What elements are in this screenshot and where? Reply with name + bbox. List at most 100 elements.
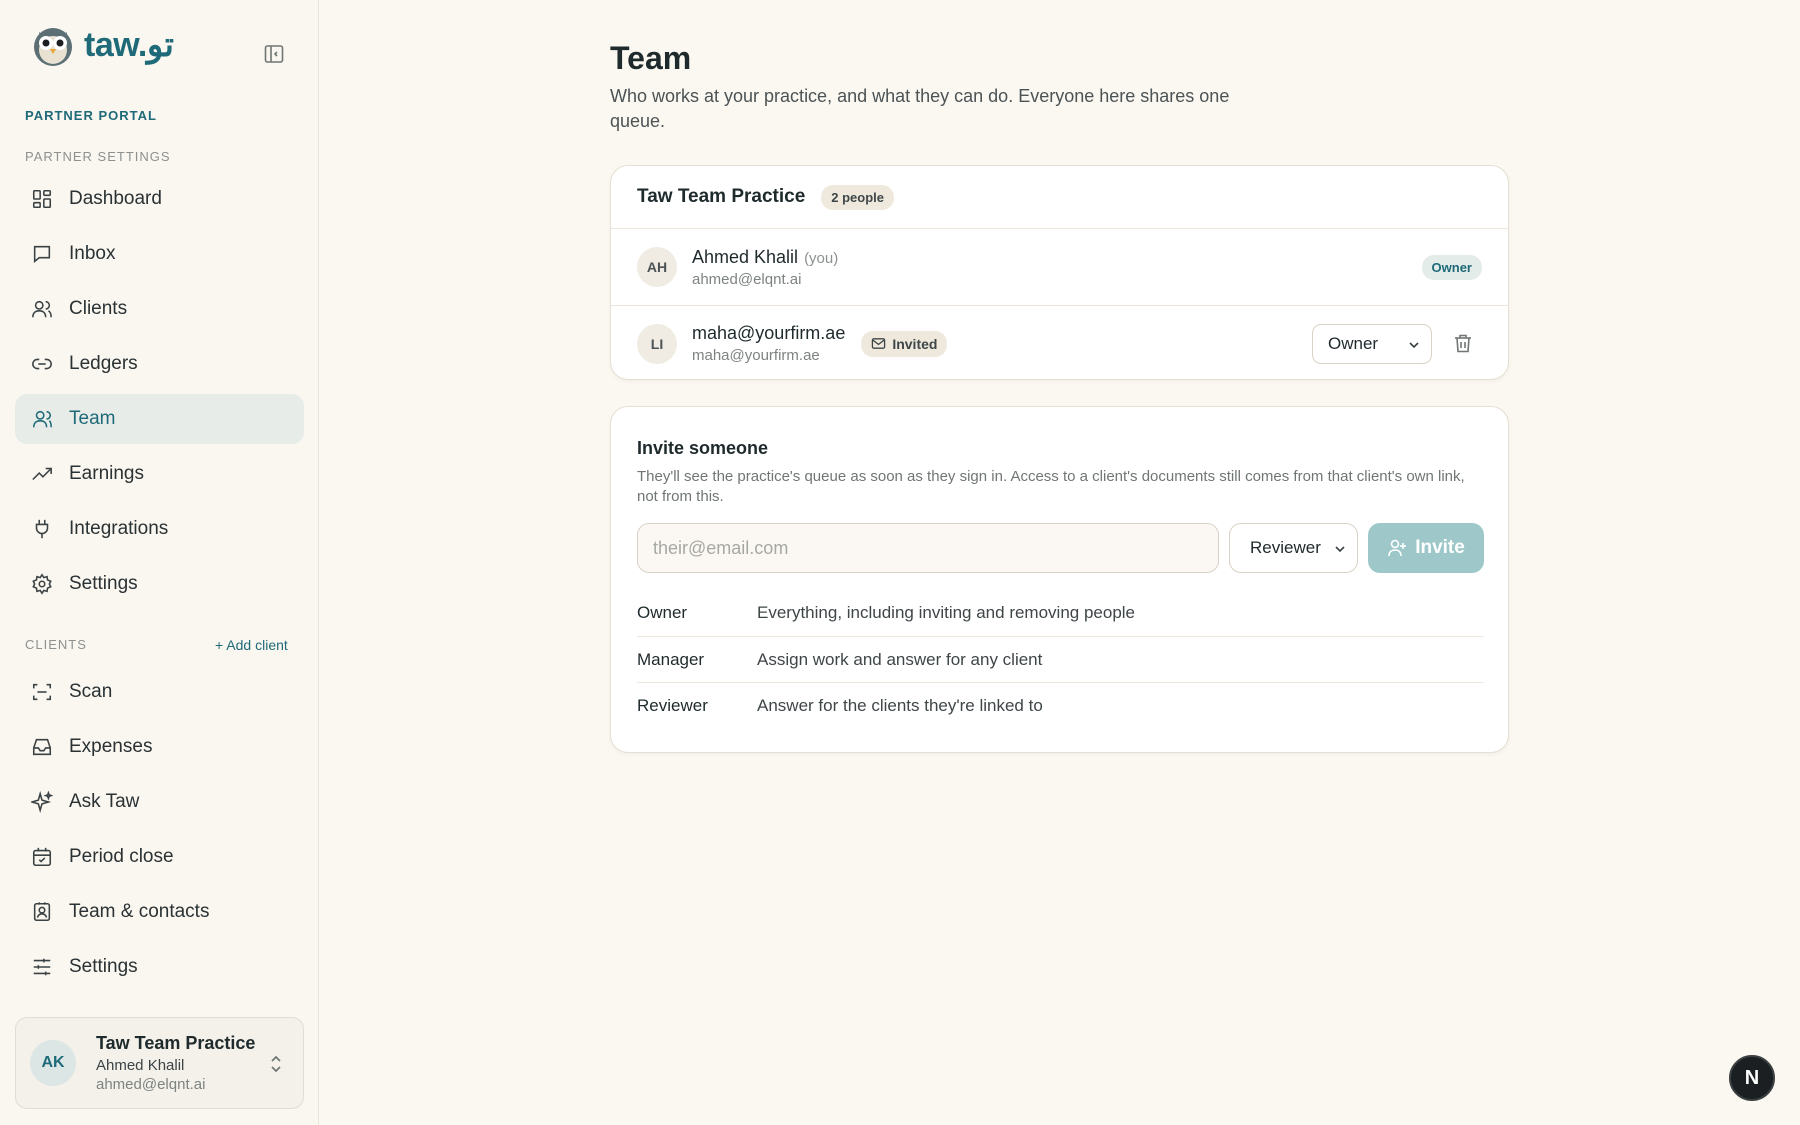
avatar: AK: [30, 1040, 76, 1086]
role-name: Reviewer: [637, 695, 708, 715]
mail-icon: [872, 338, 886, 349]
you-label: (you): [804, 249, 839, 267]
plug-icon: [35, 519, 49, 539]
member-row: LI maha@yourfirm.ae maha@yourfirm.ae Inv…: [611, 305, 1508, 381]
invite-email-input[interactable]: [637, 523, 1219, 573]
sidebar-item-label: Period close: [69, 846, 174, 867]
role-name: Owner: [637, 603, 688, 622]
trending-up-icon: [32, 467, 52, 481]
message-icon: [33, 245, 51, 263]
team-card: Taw Team Practice 2 people AH Ahmed Khal…: [610, 165, 1509, 380]
sidebar: taw.تو PARTNER PORTAL PARTNER SETTINGS D…: [0, 0, 319, 1125]
invited-status-badge: Invited: [861, 330, 948, 357]
role-name: Manager: [637, 649, 705, 669]
sidebar-item-dashboard[interactable]: Dashboard: [15, 174, 304, 224]
role-desc: Answer for the clients they're linked to: [757, 695, 1043, 715]
role-row: Manager Assign work and answer for any c…: [637, 636, 1484, 682]
sidebar-item-integrations[interactable]: Integrations: [15, 504, 304, 554]
member-name: Ahmed Khalil: [692, 246, 799, 267]
role-row: Owner Everything, including inviting and…: [637, 590, 1484, 636]
account-email: ahmed@elqnt.ai: [96, 1076, 206, 1093]
invited-label: Invited: [892, 335, 938, 352]
invite-title: Invite someone: [637, 438, 769, 458]
user-plus-icon: [1388, 539, 1407, 557]
chevron-down-icon: [1335, 546, 1345, 553]
partner-nav: Dashboard Inbox Clients Ledgers Team Ear…: [15, 174, 304, 614]
inbox-tray-icon: [32, 738, 52, 756]
sidebar-item-label: Expenses: [69, 736, 153, 757]
brand-wordmark: taw.تو: [84, 26, 174, 64]
sidebar-item-expenses[interactable]: Expenses: [15, 722, 304, 772]
users-icon: [32, 300, 52, 318]
sidebar-item-label: Settings: [69, 573, 138, 594]
role-badge: Owner: [1421, 255, 1482, 280]
sliders-icon: [33, 958, 51, 976]
sidebar-item-label: Integrations: [69, 518, 169, 539]
collapse-sidebar-icon[interactable]: [262, 42, 286, 66]
sidebar-item-label: Clients: [69, 298, 128, 319]
practice-name: Taw Team Practice: [637, 186, 806, 207]
owl-mascot-icon: [34, 28, 72, 66]
invite-role-select[interactable]: Reviewer: [1229, 523, 1358, 573]
member-name: maha@yourfirm.ae: [692, 323, 846, 343]
sidebar-item-label: Ledgers: [69, 353, 138, 374]
member-row: AH Ahmed Khalil (you) ahmed@elqnt.ai Owne…: [611, 229, 1508, 305]
avatar: AH: [637, 247, 677, 287]
chevron-up-down-icon: [271, 1055, 281, 1073]
user-icon: [32, 410, 52, 428]
avatar: LI: [637, 323, 677, 364]
client-nav: Scan Expenses Ask Taw Period close Team …: [15, 667, 304, 997]
role-desc: Assign work and answer for any client: [757, 649, 1043, 669]
chevron-down-icon: [1409, 342, 1419, 349]
sidebar-item-earnings[interactable]: Earnings: [15, 449, 304, 499]
invite-button-label: Invite: [1415, 537, 1465, 558]
sidebar-item-label: Earnings: [69, 463, 144, 484]
member-email: maha@yourfirm.ae: [692, 347, 820, 364]
page-subtitle: Who works at your practice, and what the…: [610, 86, 1230, 131]
sidebar-item-team-contacts[interactable]: Team & contacts: [15, 887, 304, 937]
sidebar-item-ask-taw[interactable]: Ask Taw: [15, 777, 304, 827]
sidebar-item-label: Dashboard: [69, 188, 162, 209]
sidebar-item-scan[interactable]: Scan: [15, 667, 304, 717]
sidebar-item-label: Team & contacts: [69, 901, 210, 922]
sidebar-item-settings[interactable]: Settings: [15, 559, 304, 609]
role-descriptions: Owner Everything, including inviting and…: [637, 590, 1484, 728]
sidebar-item-team[interactable]: Team: [15, 394, 304, 444]
member-role-select[interactable]: Owner: [1312, 324, 1432, 364]
role-select-value: Reviewer: [1250, 538, 1321, 557]
invite-card: Invite someone They'll see the practice'…: [610, 406, 1509, 753]
add-client-link[interactable]: + Add client: [215, 637, 288, 653]
member-email: ahmed@elqnt.ai: [692, 270, 802, 288]
calendar-check-icon: [32, 847, 52, 867]
account-practice: Taw Team Practice: [96, 1033, 256, 1053]
dev-tools-button[interactable]: N: [1729, 1055, 1775, 1101]
scan-icon: [32, 683, 52, 701]
page-title: Team: [610, 40, 692, 76]
sidebar-item-period-close[interactable]: Period close: [15, 832, 304, 882]
role-row: Reviewer Answer for the clients they're …: [637, 682, 1484, 728]
partner-portal-label: PARTNER PORTAL: [25, 108, 157, 123]
role-desc: Everything, including inviting and remov…: [757, 603, 1136, 622]
sidebar-item-clients[interactable]: Clients: [15, 284, 304, 334]
dashboard-icon: [32, 189, 52, 209]
sidebar-item-label: Inbox: [69, 243, 116, 264]
sidebar-item-client-settings[interactable]: Settings: [15, 942, 304, 992]
logo[interactable]: taw.تو: [30, 22, 174, 68]
sidebar-item-inbox[interactable]: Inbox: [15, 229, 304, 279]
sidebar-item-label: Team: [69, 408, 116, 429]
contact-icon: [33, 902, 51, 922]
account-name: Ahmed Khalil: [96, 1057, 185, 1074]
invite-button[interactable]: Invite: [1368, 523, 1484, 573]
gear-icon: [32, 573, 52, 595]
clients-section-label: CLIENTS: [25, 637, 87, 652]
member-count-badge: 2 people: [821, 184, 895, 210]
sidebar-item-label: Settings: [69, 956, 138, 977]
sidebar-item-ledgers[interactable]: Ledgers: [15, 339, 304, 389]
delete-member-icon[interactable]: [1452, 332, 1474, 354]
role-select-value: Owner: [1328, 334, 1379, 353]
sidebar-item-label: Scan: [69, 681, 113, 702]
account-switcher[interactable]: AK Taw Team Practice Ahmed Khalil ahmed@…: [15, 1017, 304, 1109]
link-icon: [32, 358, 52, 370]
partner-settings-label: PARTNER SETTINGS: [25, 149, 171, 164]
team-card-header: Taw Team Practice 2 people: [611, 166, 1508, 229]
